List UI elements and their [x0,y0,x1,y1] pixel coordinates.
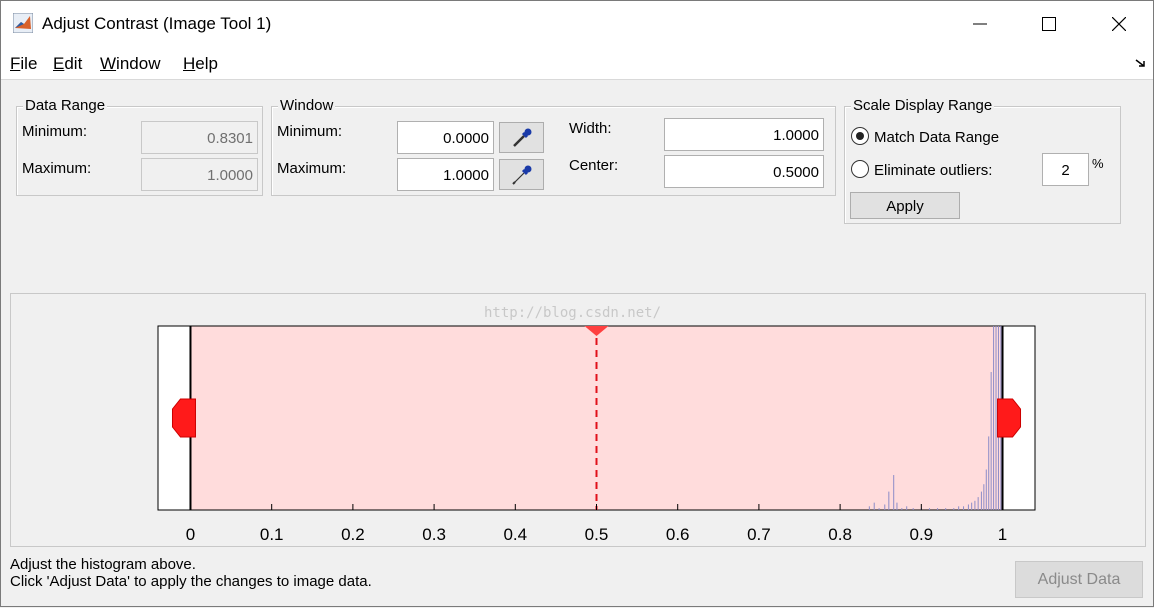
x-tick-label: 0.4 [503,525,527,544]
x-tick-label: 0.2 [341,525,365,544]
max-handle[interactable] [997,398,1022,438]
min-handle[interactable] [171,398,196,438]
adjust-contrast-window: Adjust Contrast (Image Tool 1) File Edit… [0,0,1154,607]
help-text-line-2: Click 'Adjust Data' to apply the changes… [10,573,372,590]
x-tick-label: 1 [998,525,1007,544]
x-tick-label: 0 [186,525,195,544]
x-tick-label: 0.1 [260,525,284,544]
x-tick-label: 0.7 [747,525,771,544]
x-tick-label: 0.3 [422,525,446,544]
x-tick-label: 0.5 [585,525,609,544]
x-tick-label: 0.8 [828,525,852,544]
adjust-data-button[interactable]: Adjust Data [1015,561,1143,598]
x-tick-label: 0.6 [666,525,690,544]
watermark: http://blog.csdn.net/ [484,305,662,321]
help-text-line-1: Adjust the histogram above. [10,556,196,573]
x-tick-label: 0.9 [909,525,933,544]
